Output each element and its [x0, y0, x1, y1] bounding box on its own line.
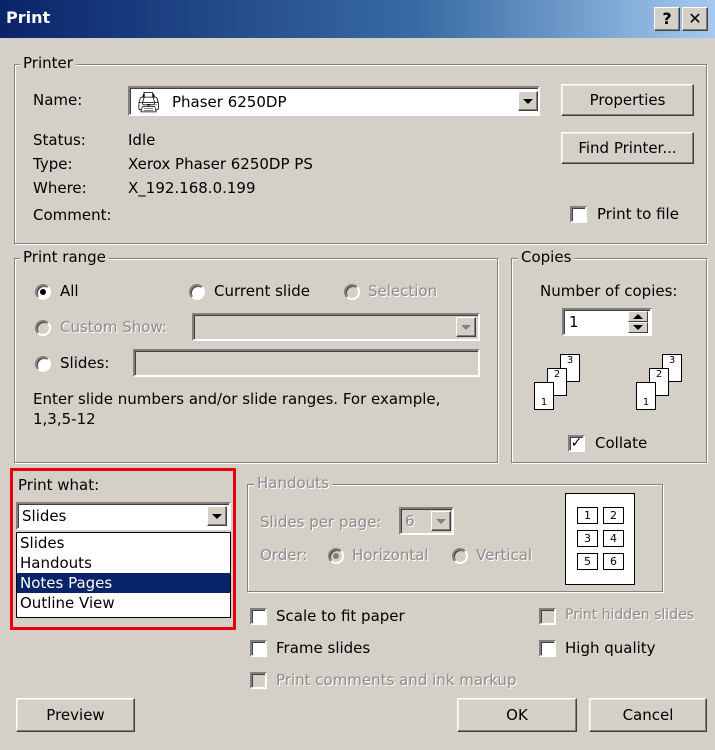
print-hidden-label: Print hidden slides [565, 607, 694, 623]
vertical-label: Vertical [476, 546, 533, 564]
handouts-legend: Handouts [254, 474, 332, 492]
selection-radio [344, 284, 360, 300]
where-label: Where: [33, 179, 87, 197]
all-radio[interactable] [35, 284, 51, 300]
properties-button[interactable]: Properties [561, 84, 694, 116]
handout-cell: 2 [603, 507, 624, 524]
printer-legend: Printer [20, 54, 76, 72]
option-handouts[interactable]: Handouts [17, 553, 230, 573]
scale-to-fit-label: Scale to fit paper [276, 607, 405, 625]
frame-slides-checkbox[interactable] [250, 640, 267, 657]
collate-checkbox[interactable]: ✓ [568, 435, 585, 452]
collate-page: 1 [534, 382, 554, 410]
high-quality-checkbox[interactable] [539, 640, 556, 657]
option-notes-pages[interactable]: Notes Pages [17, 573, 230, 593]
vertical-radio [452, 548, 468, 564]
scale-to-fit-checkbox[interactable] [250, 608, 267, 625]
handout-preview-icon: 1 2 3 4 5 6 [565, 493, 635, 585]
cancel-button[interactable]: Cancel [589, 698, 707, 732]
printer-name-select[interactable]: 🖨 Phaser 6250DP [128, 86, 540, 116]
current-slide-label: Current slide [214, 282, 311, 300]
print-to-file-label: Print to file [597, 205, 679, 223]
handout-cell: 3 [577, 530, 598, 547]
custom-show-radio [35, 320, 51, 336]
horizontal-radio [328, 548, 344, 564]
current-slide-radio[interactable] [189, 284, 205, 300]
print-what-select[interactable]: Slides [16, 502, 231, 530]
horizontal-label: Horizontal [352, 546, 429, 564]
collate-illustration-icon: 3 2 1 3 2 1 [530, 350, 690, 422]
preview-button[interactable]: Preview [16, 698, 135, 732]
all-label: All [60, 282, 79, 300]
type-label: Type: [33, 155, 73, 173]
high-quality-label: High quality [565, 639, 656, 657]
slides-per-page-select: 6 [399, 507, 454, 535]
type-value: Xerox Phaser 6250DP PS [128, 155, 313, 173]
option-outline-view[interactable]: Outline View [17, 593, 230, 613]
ok-button[interactable]: OK [457, 698, 577, 732]
custom-show-dropdown-icon [456, 317, 476, 337]
copies-value: 1 [569, 313, 579, 331]
copies-up-arrow-icon[interactable] [628, 311, 648, 322]
selection-label: Selection [368, 282, 438, 300]
handout-cell: 4 [603, 530, 624, 547]
help-button[interactable]: ? [654, 7, 680, 31]
where-value: X_192.168.0.199 [128, 179, 256, 197]
collate-label: Collate [595, 434, 648, 452]
print-comments-label: Print comments and ink markup [276, 671, 517, 689]
status-label: Status: [33, 131, 86, 149]
order-label: Order: [260, 546, 308, 564]
printer-icon: 🖨 [136, 90, 162, 114]
handout-cell: 6 [603, 553, 624, 570]
print-what-value: Slides [22, 507, 67, 525]
print-range-legend: Print range [20, 248, 109, 266]
custom-show-select [192, 313, 480, 341]
title-bar: Print ? ✕ [0, 0, 715, 38]
slides-help-text-1: Enter slide numbers and/or slide ranges.… [33, 390, 441, 408]
number-of-copies-label: Number of copies: [540, 282, 678, 300]
slides-label: Slides: [60, 354, 110, 372]
find-printer-button[interactable]: Find Printer... [561, 132, 694, 164]
slides-input [133, 349, 480, 377]
handout-cell: 5 [577, 553, 598, 570]
print-comments-checkbox [250, 672, 267, 689]
copies-spinner[interactable]: 1 [562, 308, 652, 336]
window-title: Print [6, 8, 51, 27]
close-button[interactable]: ✕ [682, 7, 708, 31]
printer-name-value: Phaser 6250DP [172, 93, 287, 111]
collate-page: 1 [636, 382, 656, 410]
slides-per-page-label: Slides per page: [260, 513, 382, 531]
handout-cell: 1 [577, 507, 598, 524]
frame-slides-label: Frame slides [276, 639, 371, 657]
copies-legend: Copies [518, 248, 575, 266]
slides-per-page-value: 6 [405, 512, 415, 530]
copies-down-arrow-icon[interactable] [628, 322, 648, 333]
option-slides[interactable]: Slides [17, 533, 230, 553]
print-what-label: Print what: [18, 476, 100, 494]
custom-show-label: Custom Show: [60, 318, 167, 336]
printer-name-dropdown-icon[interactable] [518, 91, 538, 111]
name-label: Name: [33, 91, 83, 109]
dialog-body: Printer Name: 🖨 Phaser 6250DP Properties… [0, 38, 715, 750]
print-what-dropdown-icon[interactable] [207, 506, 227, 526]
comment-label: Comment: [33, 206, 112, 224]
slides-per-page-dropdown-icon [431, 511, 451, 531]
print-what-dropdown-list: Slides Handouts Notes Pages Outline View [16, 532, 231, 618]
print-hidden-checkbox [539, 608, 556, 625]
status-value: Idle [128, 131, 156, 149]
slides-radio[interactable] [35, 356, 51, 372]
print-to-file-checkbox[interactable] [570, 206, 587, 223]
slides-help-text-2: 1,3,5-12 [33, 410, 96, 428]
